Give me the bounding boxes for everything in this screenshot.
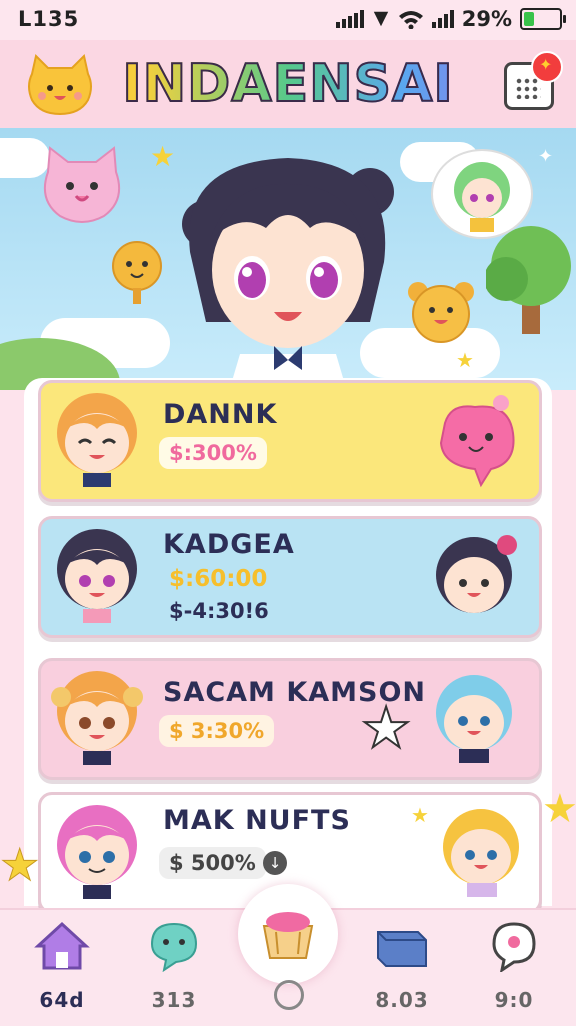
bear-sticker [408,282,474,343]
wifi-icon [398,11,423,29]
cell-signal-icon [431,10,454,28]
blonde-girl-sticker [443,809,519,897]
nav-label: 313 [151,988,197,1012]
nav-speech[interactable]: 9:0 [464,920,564,1016]
app-header: INDAENSAI [0,40,576,128]
star-icon: ★ [542,786,576,832]
ginger-girl-avatar [51,671,143,765]
dog-sticker [112,241,162,304]
menu-grid-icon [515,77,541,99]
nav-label: 8.03 [375,988,429,1012]
battery-level [524,12,534,26]
character-card[interactable]: DANNK $:300% [38,380,542,502]
character-card[interactable]: SACAM KAMSON $ 3:30% ★ [38,658,542,780]
home-indicator[interactable] [274,980,304,1010]
character-name: KADGEA [163,529,295,560]
character-name: DANNK [163,399,278,430]
sparkle-icon: ✦ [538,146,554,167]
menu-grid-button[interactable] [504,51,563,110]
character-name: MAK NUFTS [163,805,351,836]
black-hair-girl-sticker [436,535,517,613]
status-bar: L135 29% [0,0,576,40]
bottom-nav: 64d 313 8.03 9:0 [0,884,576,1026]
character-value-secondary: $-4:30!6 [169,599,269,623]
pink-hair-girl-avatar [57,805,137,899]
orange-hair-girl-avatar [57,393,137,487]
battery-percent: 29% [461,7,512,31]
pink-blob-sticker [439,395,515,488]
status-time: L135 [18,7,80,31]
nav-chat[interactable]: 313 [124,920,224,1016]
dark-hair-girl-avatar [57,529,137,623]
notification-badge [531,51,563,83]
nav-label: 64d [39,988,85,1012]
character-list: DANNK $:300% KADGEA $:60:00 $-4:30!6 SAC… [24,378,552,914]
battery-icon [520,8,566,30]
star-icon[interactable]: ★ [360,700,412,758]
star-icon: ★ [456,348,474,372]
data-icon [373,11,388,27]
nav-label: 9:0 [494,988,534,1012]
gift-basket-icon [262,912,314,959]
star-icon: ★ [0,840,40,892]
main-girl-character [182,158,394,388]
app-title: INDAENSAI [0,53,576,115]
green-hair-girl-sticker [431,149,533,239]
speech-icon [492,922,536,974]
star-icon: ★ [150,140,176,173]
status-icons: 29% [335,6,566,32]
character-value: $ 3:30% [159,715,275,747]
character-value: $:60:00 [169,566,268,592]
pink-cat-sticker [44,146,120,223]
arrow-down-icon[interactable]: ↓ [263,851,287,875]
nav-center-button[interactable] [238,884,338,984]
vibrate-signal-icon [335,10,364,28]
box-icon [377,931,427,967]
hero-banner: ★ ★ ✦ [0,128,576,390]
character-value: $ 500% [159,847,266,879]
home-icon [34,921,90,970]
blue-hair-girl-sticker [436,675,512,763]
nav-box[interactable]: 8.03 [352,920,452,1016]
character-card[interactable]: KADGEA $:60:00 $-4:30!6 [38,516,542,638]
star-icon: ★ [411,803,429,827]
character-value: $:300% [159,437,267,469]
chat-bubble-icon [150,922,198,973]
nav-home[interactable]: 64d [12,920,112,1016]
